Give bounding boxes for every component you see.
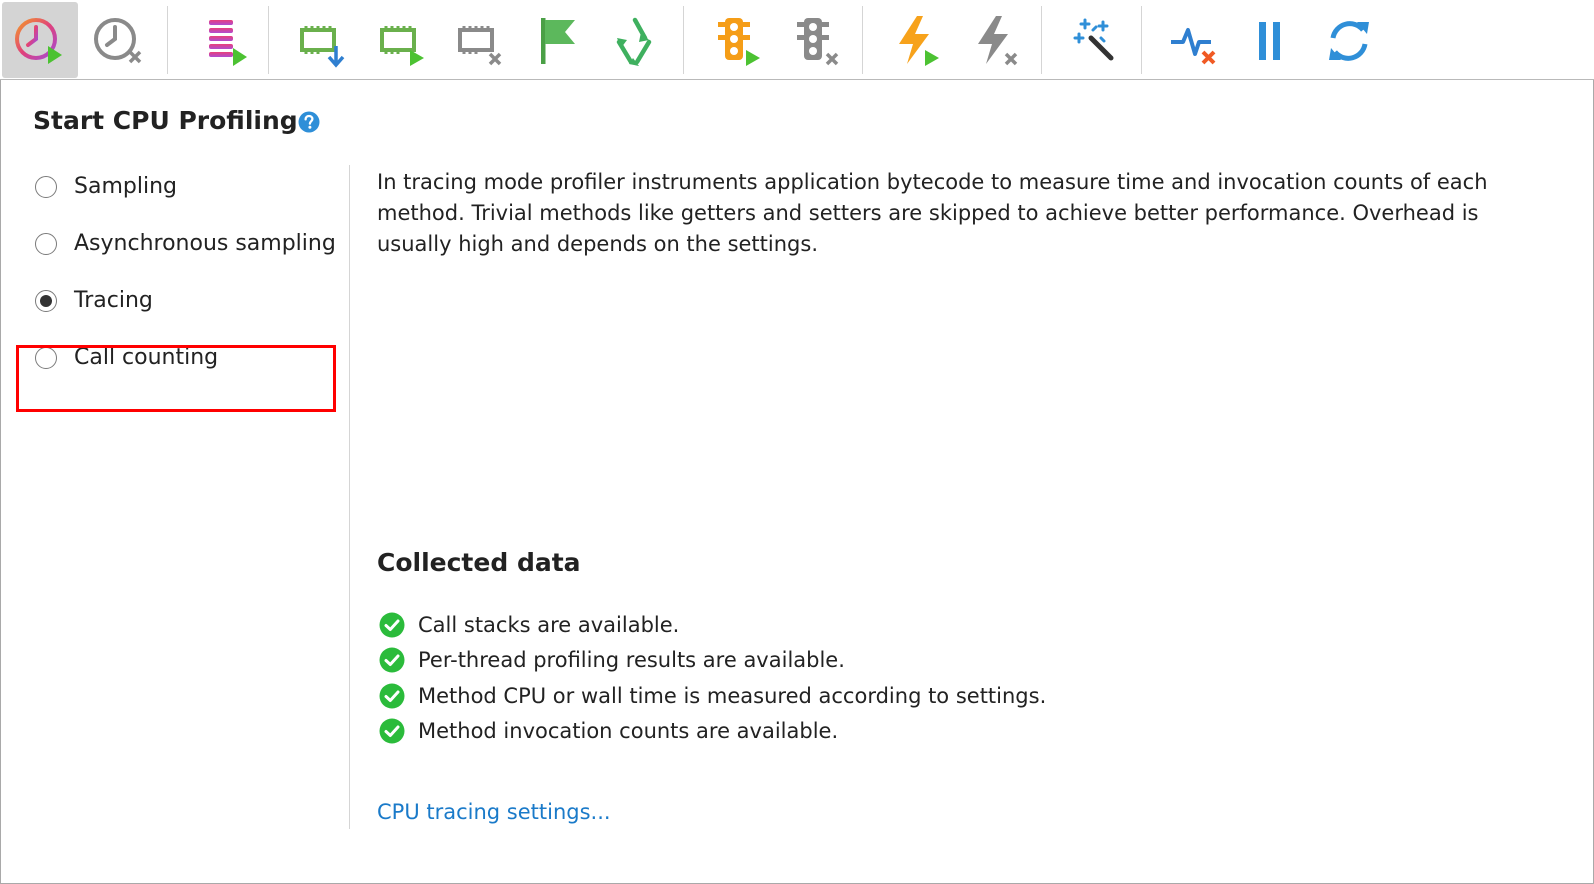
start-cpu-profiling-button[interactable] [2,2,78,78]
list-item: Call stacks are available. [379,607,1046,643]
help-icon[interactable] [298,111,320,133]
stop-monitor-profiling-icon [797,18,839,66]
radio-asynchronous-sampling[interactable] [35,232,57,255]
radio-call-counting[interactable] [35,346,57,369]
start-exception-profiling-icon [899,16,939,66]
check-icon [379,612,405,638]
mode-description: In tracing mode profiler instruments app… [377,170,1488,256]
collected-data-text: Method invocation counts are available. [418,719,839,744]
cpu-tracing-settings-link[interactable]: CPU tracing settings... [377,800,611,824]
force-garbage-collection-button[interactable] [597,2,673,78]
advance-object-generation-icon [541,18,575,64]
start-memory-recording-icon [380,26,424,66]
mode-label: Call counting [74,345,219,370]
start-allocation-recording-icon [209,20,247,66]
list-item: Method CPU or wall time is measured acco… [379,678,1046,714]
stop-telemetry-button[interactable] [1155,2,1231,78]
toolbar [0,0,1594,80]
start-exception-profiling-button[interactable] [877,2,953,78]
list-item: Method invocation counts are available. [379,714,1046,750]
radio-tracing[interactable] [35,289,57,312]
start-cpu-profiling-icon [15,18,62,64]
collected-data-heading: Collected data [377,548,581,577]
force-garbage-collection-icon [616,17,652,66]
collected-data-text: Per-thread profiling results are availab… [418,648,845,673]
magic-wand-icon [1073,18,1114,61]
list-item: Per-thread profiling results are availab… [379,643,1046,679]
refresh-icon [1329,21,1369,61]
check-icon [379,647,405,673]
stop-exception-profiling-button[interactable] [956,2,1032,78]
capture-memory-snapshot-button[interactable] [282,2,358,78]
stop-monitor-profiling-button[interactable] [777,2,853,78]
cpu-profiling-panel: Start CPU Profiling Sampling Asynchronou… [0,80,1594,884]
page-title: Start CPU Profiling [33,106,298,135]
refresh-button[interactable] [1311,2,1387,78]
radio-selected-dot [40,294,52,307]
pause-icon [1259,22,1280,60]
collected-data-text: Method CPU or wall time is measured acco… [418,683,1047,708]
check-icon [379,683,405,709]
start-monitor-profiling-button[interactable] [698,2,774,78]
advance-object-generation-button[interactable] [519,2,595,78]
stop-exception-profiling-icon [978,16,1018,66]
mode-label: Sampling [74,174,177,199]
stop-memory-recording-icon [458,26,502,66]
profiling-mode-list: Sampling Asynchronous sampling Tracing C… [19,158,349,386]
stop-cpu-profiling-button[interactable] [81,2,157,78]
start-memory-recording-button[interactable] [362,2,438,78]
mode-option-tracing[interactable]: Tracing [19,272,349,329]
start-allocation-recording-button[interactable] [187,2,263,78]
stop-memory-recording-button[interactable] [440,2,516,78]
mode-option-call-counting[interactable]: Call counting [19,329,349,386]
divider [349,165,350,829]
mode-option-asynchronous-sampling[interactable]: Asynchronous sampling [19,215,349,272]
capture-memory-snapshot-icon [300,26,345,68]
magic-wand-button[interactable] [1055,2,1131,78]
radio-sampling[interactable] [35,175,57,198]
mode-label: Tracing [74,288,153,313]
check-icon [379,718,405,744]
pause-button[interactable] [1233,2,1309,78]
mode-label: Asynchronous sampling [74,231,336,256]
start-monitor-profiling-icon [718,18,760,66]
stop-telemetry-icon [1171,28,1216,65]
mode-option-sampling[interactable]: Sampling [19,158,349,215]
collected-data-text: Call stacks are available. [418,612,680,637]
stop-cpu-profiling-icon [94,18,142,64]
collected-data-list: Call stacks are available. Per-thread pr… [379,607,1046,749]
